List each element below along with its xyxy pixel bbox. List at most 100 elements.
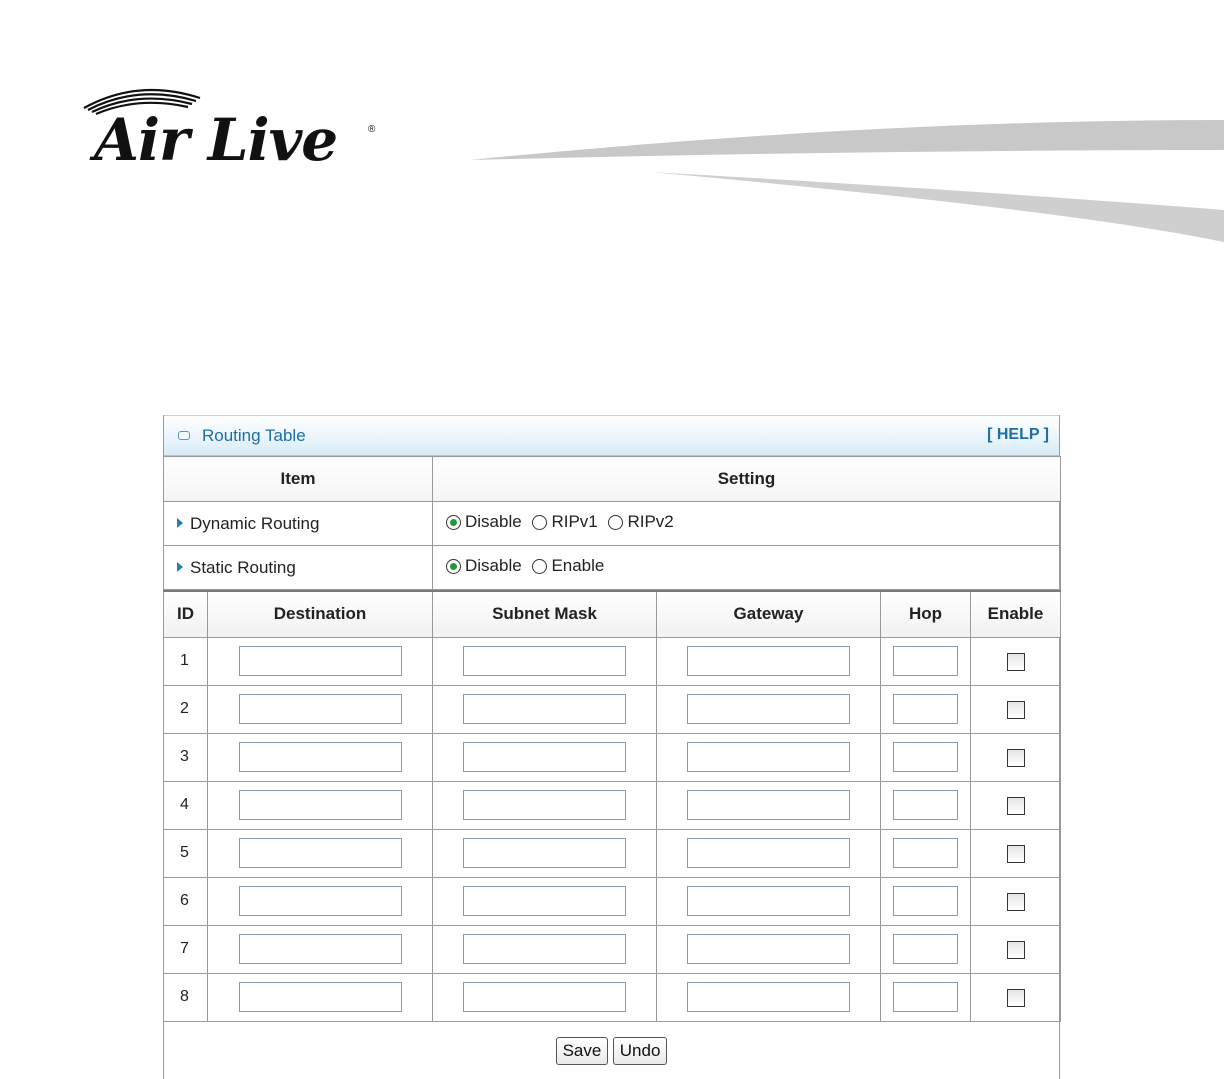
hop-input[interactable] [893,694,958,724]
route-row: 8 [163,972,1061,1022]
gateway-input[interactable] [687,790,850,820]
hop-cell [880,972,971,1022]
gateway-cell [656,924,881,974]
radio-unchecked-icon[interactable] [608,514,624,530]
destination-input[interactable] [238,646,402,676]
gateway-cell [656,780,881,830]
route-id: 4 [163,780,208,830]
gateway-input[interactable] [687,694,850,724]
enable-checkbox[interactable] [1006,844,1025,863]
destination-cell [207,924,433,974]
enable-checkbox[interactable] [1006,652,1025,671]
enable-checkbox[interactable] [1006,796,1025,815]
dynamic-routing-row: Dynamic Routing Disable RIPv1 RIPv2 [163,501,1061,546]
radio-label: RIPv2 [627,512,674,532]
subnet-mask-input[interactable] [463,694,626,724]
hop-input[interactable] [893,982,958,1012]
subnet-mask-input[interactable] [463,742,626,772]
static-routing-enable-radio[interactable]: Enable [532,556,604,576]
enable-cell [970,972,1061,1022]
route-row: 7 [163,924,1061,974]
hop-cell [880,636,971,686]
hop-input[interactable] [893,934,958,964]
button-bar: Save Undo [164,1020,1059,1079]
enable-checkbox[interactable] [1006,892,1025,911]
hop-input[interactable] [893,646,958,676]
hop-cell [880,828,971,878]
gateway-input[interactable] [687,886,850,916]
radio-checked-icon[interactable] [446,514,461,530]
subnet-mask-input[interactable] [463,838,626,868]
enable-checkbox[interactable] [1006,700,1025,719]
hop-input[interactable] [893,790,958,820]
radio-unchecked-icon[interactable] [532,514,548,530]
destination-input[interactable] [238,886,402,916]
enable-header: Enable [970,590,1061,638]
dynamic-routing-ripv2-radio[interactable]: RIPv2 [608,512,674,532]
subnet-mask-input[interactable] [463,790,626,820]
destination-input[interactable] [238,742,402,772]
route-id: 6 [163,876,208,926]
subnet-mask-cell [432,972,657,1022]
routing-table-panel: Routing Table [ HELP ] Item Setting Dyna… [163,415,1061,1079]
radio-checked-icon[interactable] [446,558,461,574]
help-link[interactable]: [ HELP ] [987,426,1049,444]
airlive-logo: Air Live ® [78,82,398,182]
hop-input[interactable] [893,838,958,868]
subnet-mask-input[interactable] [463,646,626,676]
destination-cell [207,972,433,1022]
route-row: 3 [163,732,1061,782]
dynamic-routing-ripv1-radio[interactable]: RIPv1 [532,512,598,532]
gateway-cell [656,828,881,878]
enable-cell [970,636,1061,686]
destination-header: Destination [207,590,433,638]
destination-cell [207,684,433,734]
gateway-cell [656,732,881,782]
gateway-input[interactable] [687,742,850,772]
radio-unchecked-icon[interactable] [532,558,548,574]
dynamic-routing-disable-radio[interactable]: Disable [446,512,522,532]
route-rows: 12345678 [163,636,1061,1022]
enable-checkbox[interactable] [1006,748,1025,767]
static-routes-table: ID Destination Subnet Mask Gateway Hop E… [163,590,1061,1022]
destination-cell [207,636,433,686]
enable-cell [970,876,1061,926]
route-id: 8 [163,972,208,1022]
header-swoosh-graphic [470,120,1224,242]
destination-input[interactable] [238,790,402,820]
enable-cell [970,780,1061,830]
dynamic-routing-label: Dynamic Routing [190,513,320,533]
subnet-mask-input[interactable] [463,886,626,916]
destination-input[interactable] [238,982,402,1012]
gateway-input[interactable] [687,982,850,1012]
gateway-input[interactable] [687,934,850,964]
destination-cell [207,732,433,782]
hop-header: Hop [880,590,971,638]
subnet-mask-input[interactable] [463,982,626,1012]
static-routing-disable-radio[interactable]: Disable [446,556,522,576]
route-id: 7 [163,924,208,974]
radio-label: Disable [465,512,522,532]
id-header: ID [163,590,208,638]
destination-input[interactable] [238,838,402,868]
enable-cell [970,828,1061,878]
hop-input[interactable] [893,742,958,772]
save-button[interactable]: Save [555,1037,609,1065]
enable-checkbox[interactable] [1006,988,1025,1007]
arrow-right-icon [177,518,183,529]
route-id: 5 [163,828,208,878]
destination-input[interactable] [238,694,402,724]
gateway-header: Gateway [656,590,881,638]
gateway-input[interactable] [687,838,850,868]
destination-input[interactable] [238,934,402,964]
gateway-input[interactable] [687,646,850,676]
hop-input[interactable] [893,886,958,916]
subnet-mask-input[interactable] [463,934,626,964]
arrow-right-icon [177,562,183,573]
subnet-mask-header: Subnet Mask [432,590,657,638]
undo-button[interactable]: Undo [612,1037,668,1065]
hop-cell [880,684,971,734]
route-id: 2 [163,684,208,734]
enable-checkbox[interactable] [1006,940,1025,959]
registered-mark: ® [368,124,376,135]
